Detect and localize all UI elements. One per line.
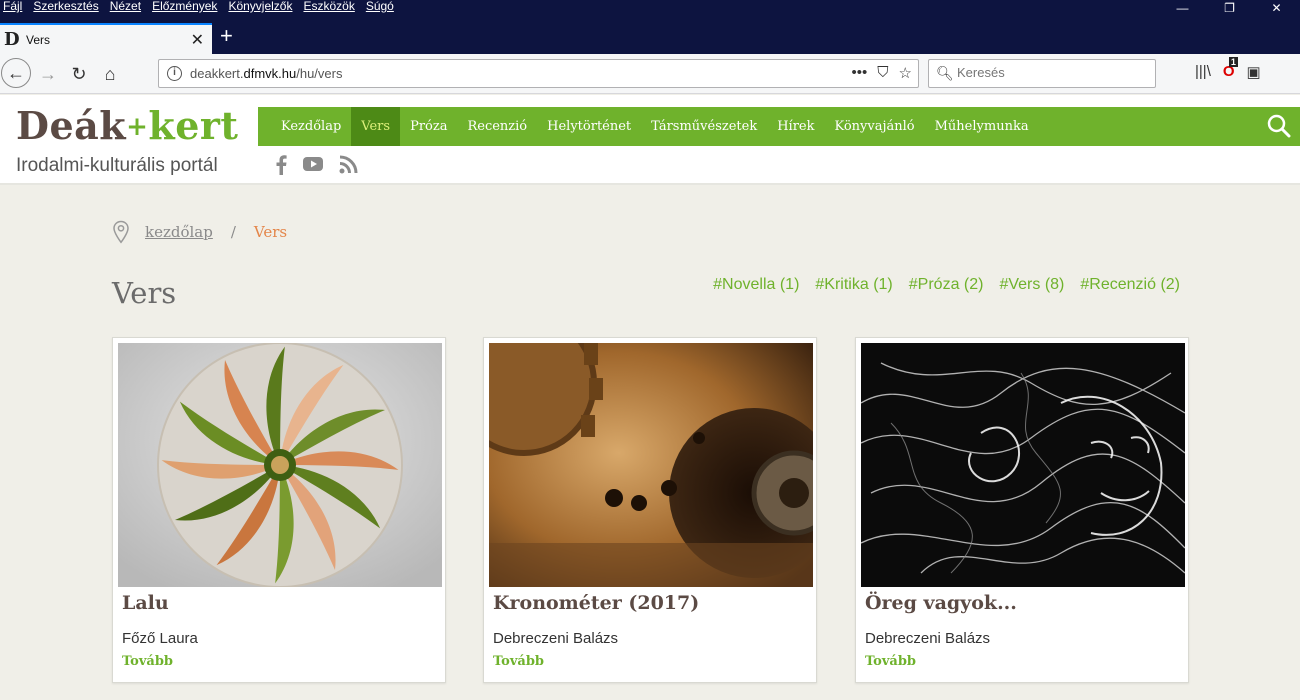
restore-icon[interactable]: ❐ — [1206, 0, 1253, 20]
menu-file[interactable]: Fájl — [3, 0, 22, 12]
nav-item-tarsmuveszetek[interactable]: Társművészetek — [641, 107, 767, 146]
youtube-icon[interactable] — [302, 155, 324, 173]
nav-item-muhelymunka[interactable]: Műhelymunka — [925, 107, 1039, 146]
magnifier-icon: 🔍︎ — [936, 65, 954, 81]
forward-arrow-icon[interactable]: → — [34, 60, 62, 88]
breadcrumb-separator: / — [230, 223, 236, 241]
card-title[interactable]: Lalu — [122, 592, 169, 614]
tag-list: #Novella (1) #Kritika (1) #Próza (2) #Ve… — [713, 276, 1180, 294]
browser-search-bar[interactable]: 🔍︎ — [928, 59, 1156, 88]
menu-history[interactable]: Előzmények — [152, 0, 217, 12]
tab-title: Vers — [26, 33, 51, 47]
reload-icon[interactable]: ↻ — [65, 60, 93, 88]
browser-search-input[interactable] — [957, 65, 1147, 80]
card-author: Debreczeni Balázs — [493, 630, 619, 647]
back-arrow-icon[interactable]: ← — [1, 58, 31, 88]
browser-navbar: ← → ↻ ⌂ i deakkert.dfmvk.hu/hu/vers ••• … — [0, 54, 1300, 94]
menu-help[interactable]: Súgó — [366, 0, 394, 12]
breadcrumb: kezdőlap / Vers — [112, 220, 287, 244]
facebook-icon[interactable] — [274, 155, 288, 175]
nav-item-helytortenet[interactable]: Helytörténet — [537, 107, 641, 146]
home-icon[interactable]: ⌂ — [96, 60, 124, 88]
mandala-image[interactable] — [118, 343, 442, 587]
close-window-icon[interactable]: ✕ — [1253, 0, 1300, 20]
os-menubar: Fájl Szerkesztés Nézet Előzmények Könyvj… — [0, 0, 1300, 20]
library-icon[interactable]: |||\ — [1195, 63, 1211, 81]
notification-badge: 1 — [1228, 57, 1238, 67]
bookmark-star-icon[interactable]: ☆ — [899, 64, 912, 82]
url-text[interactable]: deakkert.dfmvk.hu/hu/vers — [190, 66, 342, 81]
card-more-link[interactable]: Tovább — [865, 654, 916, 669]
article-card[interactable]: Öreg vagyok... Debreczeni Balázs Tovább — [855, 337, 1189, 683]
main-nav: Kezdőlap Vers Próza Recenzió Helytörténe… — [258, 107, 1300, 146]
new-tab-icon[interactable]: + — [220, 22, 233, 50]
breadcrumb-current: Vers — [253, 223, 288, 241]
menu-edit[interactable]: Szerkesztés — [33, 0, 98, 12]
tab-close-icon[interactable]: ✕ — [191, 30, 204, 50]
site-favicon-icon: D — [4, 29, 20, 50]
page-title: Vers — [112, 276, 177, 310]
social-links — [274, 155, 358, 175]
page-actions-icon[interactable]: ••• — [852, 64, 868, 82]
sidebar-icon[interactable]: ▣ — [1247, 63, 1261, 81]
site-search-icon[interactable] — [1266, 113, 1292, 139]
card-title[interactable]: Öreg vagyok... — [865, 592, 1017, 614]
tab-strip: D Vers ✕ + — [0, 20, 1300, 54]
tag-recenzio[interactable]: #Recenzió (2) — [1080, 276, 1180, 294]
location-pin-icon — [113, 220, 129, 244]
url-actions: ••• ⛉ ☆ — [852, 64, 912, 82]
nav-item-proza[interactable]: Próza — [400, 107, 457, 146]
browser-menu: Fájl Szerkesztés Nézet Előzmények Könyvj… — [3, 0, 394, 12]
card-more-link[interactable]: Tovább — [493, 654, 544, 669]
info-icon[interactable]: i — [167, 66, 182, 81]
tag-kritika[interactable]: #Kritika (1) — [815, 276, 892, 294]
tab-vers[interactable]: D Vers ✕ — [0, 23, 212, 54]
smoke-face-image[interactable] — [861, 343, 1185, 587]
card-author: Főző Laura — [122, 630, 198, 647]
tag-vers[interactable]: #Vers (8) — [999, 276, 1064, 294]
article-card[interactable]: Kronométer (2017) Debreczeni Balázs Tová… — [483, 337, 817, 683]
site-logo[interactable]: Deák+kert — [16, 103, 238, 148]
rss-icon[interactable] — [338, 155, 358, 175]
nav-item-konyvajanlo[interactable]: Könyvajánló — [824, 107, 924, 146]
clockwork-gears-image[interactable] — [489, 343, 813, 587]
card-more-link[interactable]: Tovább — [122, 654, 173, 669]
breadcrumb-home-link[interactable]: kezdőlap — [145, 223, 213, 241]
tag-novella[interactable]: #Novella (1) — [713, 276, 799, 294]
site-tagline: Irodalmi-kulturális portál — [16, 155, 218, 176]
nav-item-recenzio[interactable]: Recenzió — [457, 107, 537, 146]
toolbar-icons: |||\ O1 ▣ — [1195, 57, 1261, 81]
tag-proza[interactable]: #Próza (2) — [909, 276, 984, 294]
article-card[interactable]: Lalu Főző Laura Tovább — [112, 337, 446, 683]
address-bar[interactable]: i deakkert.dfmvk.hu/hu/vers ••• ⛉ ☆ — [158, 59, 919, 88]
card-author: Debreczeni Balázs — [865, 630, 991, 647]
site-header: Deák+kert Irodalmi-kulturális portál Kez… — [0, 95, 1300, 185]
menu-bookmarks[interactable]: Könyvjelzők — [228, 0, 292, 12]
nav-item-vers[interactable]: Vers — [351, 107, 401, 146]
menu-tools[interactable]: Eszközök — [303, 0, 354, 12]
opera-extension-icon[interactable]: O1 — [1223, 57, 1238, 81]
menu-view[interactable]: Nézet — [110, 0, 141, 12]
minimize-icon[interactable]: — — [1159, 0, 1206, 20]
pocket-icon[interactable]: ⛉ — [877, 64, 888, 82]
window-controls: — ❐ ✕ — [1159, 0, 1300, 20]
card-title[interactable]: Kronométer (2017) — [493, 592, 699, 614]
nav-item-hirek[interactable]: Hírek — [767, 107, 824, 146]
nav-item-kezdolap[interactable]: Kezdőlap — [258, 107, 351, 146]
